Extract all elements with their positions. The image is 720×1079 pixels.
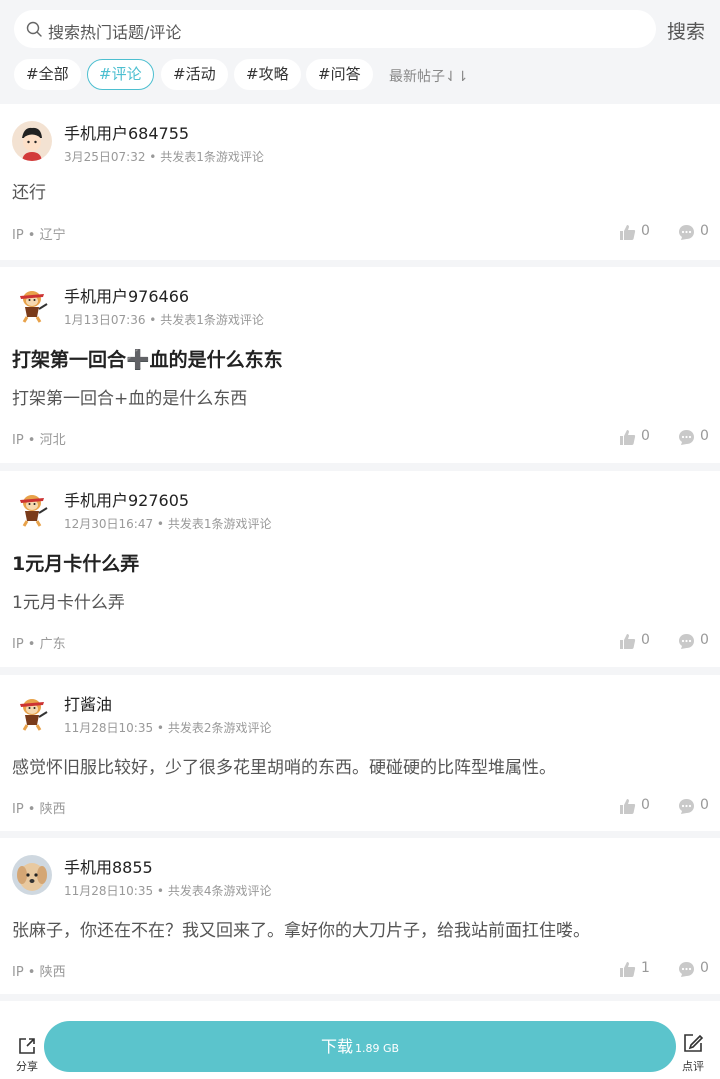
ip-location: IP • 河北 <box>12 433 66 448</box>
like-count: 1 <box>641 960 650 976</box>
download-label: 下载 <box>320 1037 353 1056</box>
thumbs-up-icon <box>620 430 636 445</box>
share-icon <box>19 1038 35 1054</box>
post-meta: 11月28日10:35 • 共发表2条游戏评论 <box>64 721 272 735</box>
chip-qa[interactable]: #问答 <box>306 59 373 90</box>
comment-count: 0 <box>700 632 709 648</box>
ip-location: IP • 广东 <box>12 637 66 652</box>
post-body: 1元月卡什么弄 <box>12 593 125 613</box>
comment-count: 0 <box>700 428 709 444</box>
comment-count: 0 <box>700 797 709 813</box>
ip-location: IP • 陕西 <box>12 965 66 980</box>
monkey-avatar-icon[interactable] <box>12 488 52 528</box>
post-title: 1元月卡什么弄 <box>12 553 140 575</box>
username[interactable]: 打酱油 <box>64 691 112 715</box>
post-body: 打架第一回合+血的是什么东西 <box>12 389 248 409</box>
post-card[interactable]: 手机用8855 11月28日10:35 • 共发表4条游戏评论 张麻子，你还在不… <box>0 838 720 994</box>
top-bar: 搜索热门话题/评论 搜索 #全部 #评论 #活动 #攻略 #问答 最新帖子⇃⇂ <box>0 0 720 104</box>
username[interactable]: 手机用户976466 <box>64 283 189 307</box>
search-input[interactable]: 搜索热门话题/评论 <box>14 10 656 48</box>
search-icon <box>26 21 42 37</box>
bottom-action-bar: 分享 下载 1.89 GB 点评 <box>0 1014 720 1079</box>
monkey-avatar-icon[interactable] <box>12 284 52 324</box>
chip-review[interactable]: #评论 <box>87 59 154 90</box>
username[interactable]: 手机用户684755 <box>64 120 189 144</box>
edit-icon <box>684 1034 704 1052</box>
comment-icon <box>679 962 694 977</box>
comment-icon <box>679 634 694 649</box>
post-card[interactable]: 打酱油 11月28日10:35 • 共发表2条游戏评论 感觉怀旧服比较好，少了很… <box>0 675 720 831</box>
like-count: 0 <box>641 797 650 813</box>
download-size: 1.89 GB <box>354 1042 400 1055</box>
boy-avatar-icon[interactable] <box>12 121 52 161</box>
like-count: 0 <box>641 223 650 239</box>
like-count: 0 <box>641 632 650 648</box>
thumbs-up-icon <box>620 634 636 649</box>
sort-toggle[interactable]: 最新帖子⇃⇂ <box>389 66 468 86</box>
username[interactable]: 手机用户927605 <box>64 487 189 511</box>
chip-guide[interactable]: #攻略 <box>234 59 301 90</box>
post-card[interactable]: 手机用户976466 1月13日07:36 • 共发表1条游戏评论 打架第一回合… <box>0 267 720 463</box>
comment-icon <box>679 799 694 814</box>
monkey-avatar-icon[interactable] <box>12 692 52 732</box>
thumbs-up-icon <box>620 799 636 814</box>
comment-count: 0 <box>700 960 709 976</box>
like-count: 0 <box>641 428 650 444</box>
comment-icon <box>679 225 694 240</box>
dog-avatar-icon[interactable] <box>12 855 52 895</box>
post-meta: 11月28日10:35 • 共发表4条游戏评论 <box>64 884 272 898</box>
post-body: 张麻子，你还在不在？我又回来了。拿好你的大刀片子，给我站前面扛住喽。 <box>12 921 590 941</box>
ip-location: IP • 辽宁 <box>12 228 66 243</box>
review-button[interactable]: 点评 <box>679 1032 707 1074</box>
comment-count: 0 <box>700 223 709 239</box>
review-label: 点评 <box>682 1060 704 1073</box>
thumbs-up-icon <box>620 225 636 240</box>
share-button[interactable]: 分享 <box>13 1034 41 1074</box>
post-body: 还行 <box>12 183 46 203</box>
download-button[interactable]: 下载 1.89 GB <box>44 1021 676 1072</box>
post-body: 感觉怀旧服比较好，少了很多花里胡哨的东西。硬碰硬的比阵型堆属性。 <box>12 758 556 778</box>
post-meta: 1月13日07:36 • 共发表1条游戏评论 <box>64 313 264 327</box>
thumbs-up-icon <box>620 962 636 977</box>
chip-all[interactable]: #全部 <box>14 59 81 90</box>
post-meta: 3月25日07:32 • 共发表1条游戏评论 <box>64 150 264 164</box>
comment-icon <box>679 430 694 445</box>
post-meta: 12月30日16:47 • 共发表1条游戏评论 <box>64 517 272 531</box>
post-card[interactable]: 手机用户927605 12月30日16:47 • 共发表1条游戏评论 1元月卡什… <box>0 471 720 667</box>
search-placeholder: 搜索热门话题/评论 <box>48 23 182 42</box>
chip-activity[interactable]: #活动 <box>161 59 228 90</box>
ip-location: IP • 陕西 <box>12 802 66 817</box>
post-title: 打架第一回合➕血的是什么东东 <box>12 349 283 371</box>
post-card[interactable]: 手机用户684755 3月25日07:32 • 共发表1条游戏评论 还行 IP … <box>0 104 720 260</box>
share-label: 分享 <box>16 1060 38 1073</box>
search-button[interactable]: 搜索 <box>667 17 705 44</box>
username[interactable]: 手机用8855 <box>64 854 153 878</box>
